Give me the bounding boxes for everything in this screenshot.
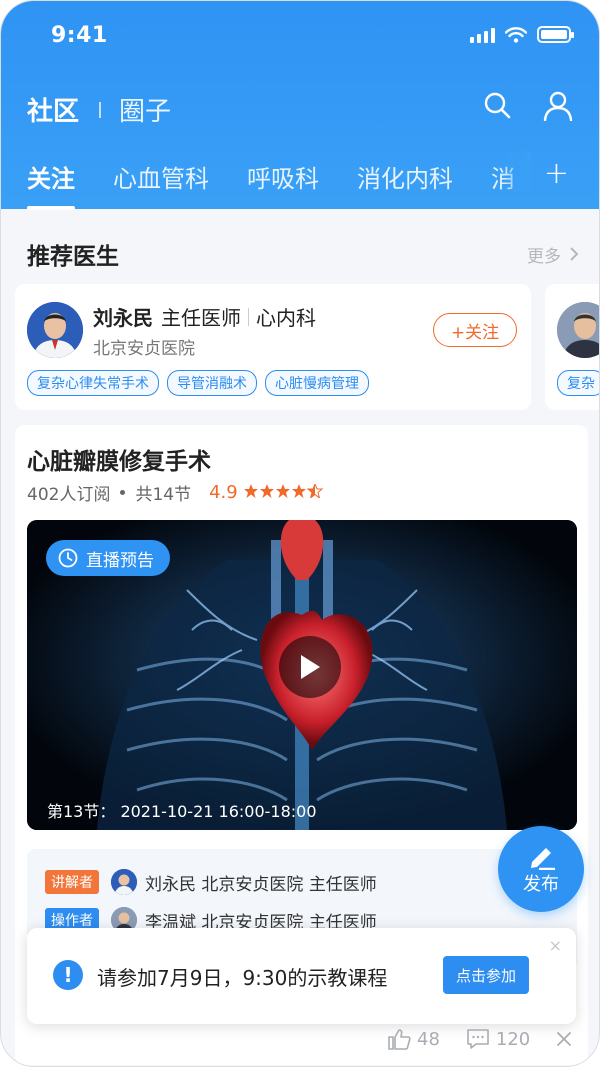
notification-toast: ! 请参加7月9日，9:30的示教课程 点击参加 × <box>27 928 576 1024</box>
clock-icon <box>58 548 78 568</box>
comment-action[interactable]: 120 <box>466 1028 530 1050</box>
header: 9:41 社区 圈子 关注 心血管科 呼吸科 消化内科 + <box>1 1 599 210</box>
doctor-hospital: 北京安贞医院 <box>93 339 195 359</box>
lesson-count: 共14节 <box>135 485 192 505</box>
video-player[interactable]: 直播预告 第13节： 2021-10-21 16:00-18:00 <box>27 520 577 830</box>
doctor-name: 刘永民 <box>93 306 153 330</box>
search-icon[interactable] <box>483 91 511 119</box>
category-tabs: 关注 心血管科 呼吸科 消化内科 消 <box>27 159 515 210</box>
publish-button[interactable]: 发布 <box>498 826 584 912</box>
tab-cardiology[interactable]: 心血管科 <box>113 159 209 194</box>
course-actions: 48 120 <box>387 1028 572 1050</box>
role-badge: 讲解者 <box>45 870 99 894</box>
like-count: 48 <box>417 1028 440 1050</box>
more-link[interactable]: 更多 <box>527 242 579 267</box>
live-badge-label: 直播预告 <box>86 550 154 571</box>
play-icon <box>301 655 320 679</box>
toast-message: 请参加7月9日，9:30的示教课程 <box>97 966 388 990</box>
status-time: 9:41 <box>51 23 108 48</box>
star-icons <box>243 482 324 499</box>
tab-respiratory[interactable]: 呼吸科 <box>247 159 319 194</box>
tab-gastroenterology[interactable]: 消化内科 <box>357 159 453 194</box>
course-meta: 402人订阅 共14节 4.9 <box>27 480 324 505</box>
recommend-title: 推荐医生 <box>27 244 119 270</box>
divider <box>248 307 249 326</box>
presenter-hospital: 北京安贞医院 <box>201 874 304 895</box>
join-button[interactable]: 点击参加 <box>443 956 529 994</box>
battery-icon <box>537 26 574 43</box>
tab-fade <box>501 151 531 191</box>
presenter-row[interactable]: 讲解者 刘永民 北京安贞医院 主任医师 <box>45 869 377 895</box>
more-label: 更多 <box>527 246 561 267</box>
tag-item[interactable]: 复杂 <box>557 370 599 396</box>
subscriber-count: 402人订阅 <box>27 485 111 505</box>
alert-icon: ! <box>53 960 83 990</box>
edit-icon <box>531 848 556 870</box>
like-action[interactable]: 48 <box>387 1028 440 1050</box>
title-community[interactable]: 社区 <box>27 91 79 128</box>
avatar <box>27 302 83 358</box>
comment-count: 120 <box>495 1028 531 1050</box>
avatar <box>111 869 137 895</box>
doctor-card-next[interactable]: 复杂 <box>545 284 599 410</box>
user-icon[interactable] <box>543 91 573 121</box>
live-preview-badge[interactable]: 直播预告 <box>46 540 170 576</box>
avatar <box>557 302 599 358</box>
chevron-right-icon <box>570 247 579 261</box>
presenter-title: 主任医师 <box>308 874 377 895</box>
doctor-name-line: 刘永民 主任医师 心内科 <box>93 302 316 331</box>
title-switch: 社区 圈子 <box>27 91 171 128</box>
doctor-title: 主任医师 <box>161 306 241 330</box>
meta-dot <box>120 490 126 495</box>
thumbs-up-icon <box>388 1029 411 1050</box>
course-title: 心脏瓣膜修复手术 <box>27 449 211 475</box>
doctor-department: 心内科 <box>256 306 316 330</box>
signal-icon <box>470 27 495 43</box>
tag-item[interactable]: 心脏慢病管理 <box>265 370 369 396</box>
rating: 4.9 <box>209 482 324 503</box>
publish-label: 发布 <box>523 874 559 895</box>
doctor-tags: 复杂心律失常手术 导管消融术 心脏慢病管理 <box>27 370 369 396</box>
play-button[interactable] <box>279 636 341 698</box>
rating-stars <box>243 482 324 502</box>
doctor-card[interactable]: 刘永民 主任医师 心内科 北京安贞医院 +关注 复杂心律失常手术 导管消融术 心… <box>15 284 531 410</box>
header-actions <box>483 91 573 121</box>
status-icons <box>470 26 574 43</box>
rating-value: 4.9 <box>209 482 238 503</box>
recommend-header: 推荐医生 更多 <box>27 237 579 271</box>
tag-item[interactable]: 复杂心律失常手术 <box>27 370 159 396</box>
app-screen: 9:41 社区 圈子 关注 心血管科 呼吸科 消化内科 + 推荐医生 更多 刘永… <box>0 0 600 1067</box>
presenter-name: 刘永民 <box>145 874 196 895</box>
tag-item[interactable]: 导管消融术 <box>167 370 257 396</box>
comment-icon <box>467 1029 489 1049</box>
tab-following[interactable]: 关注 <box>27 159 75 210</box>
title-circle[interactable]: 圈子 <box>119 91 171 128</box>
add-tab-button[interactable]: + <box>544 159 569 189</box>
dismiss-icon[interactable] <box>556 1031 572 1047</box>
follow-button[interactable]: +关注 <box>433 313 517 347</box>
wifi-icon <box>505 26 527 43</box>
lesson-schedule: 第13节： 2021-10-21 16:00-18:00 <box>47 802 317 821</box>
title-divider <box>99 101 102 118</box>
close-icon[interactable]: × <box>549 936 562 955</box>
